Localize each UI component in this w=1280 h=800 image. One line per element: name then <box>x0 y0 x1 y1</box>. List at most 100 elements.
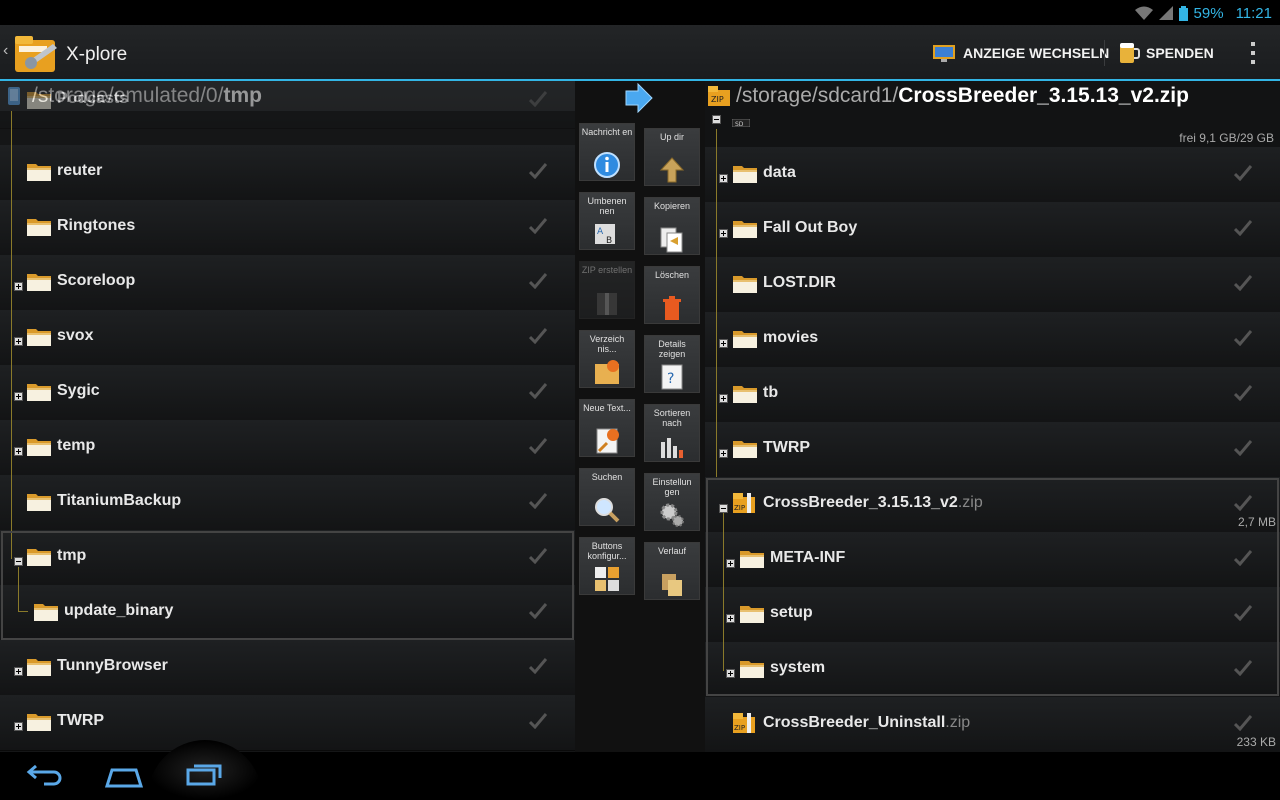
home-icon[interactable] <box>104 760 144 792</box>
expand-icon[interactable] <box>719 390 728 403</box>
item-name-text: TitaniumBackup <box>57 492 182 509</box>
left-list-item[interactable]: temp <box>0 420 575 476</box>
copy-tool-button[interactable]: Kopieren <box>644 197 700 255</box>
item-name: reuter <box>57 162 102 180</box>
item-extension: .zip <box>945 714 971 731</box>
item-name-text: CrossBreeder_Uninstall <box>763 714 946 731</box>
select-checkmark-icon[interactable] <box>1233 220 1253 237</box>
left-list-item[interactable]: TitaniumBackup <box>0 475 575 531</box>
folder-icon <box>27 89 51 109</box>
left-list-item[interactable]: Podcasts <box>0 81 575 129</box>
search-tool-button[interactable]: Suchen <box>579 468 635 526</box>
info-icon <box>594 152 620 178</box>
new-folder-tool-button[interactable]: Verzeich nis... <box>579 330 635 388</box>
left-list-item[interactable]: TunnyBrowser <box>0 640 575 696</box>
recent-apps-icon[interactable] <box>186 760 222 792</box>
expand-icon[interactable] <box>14 333 23 346</box>
select-checkmark-icon[interactable] <box>528 713 548 730</box>
new-folder-icon <box>595 360 619 384</box>
info-tool-button[interactable]: Nachricht en <box>579 123 635 181</box>
select-checkmark-icon[interactable] <box>1233 165 1253 182</box>
item-name-text: TunnyBrowser <box>57 657 168 674</box>
back-caret-icon[interactable]: ‹ <box>3 42 8 60</box>
settings-tool-button[interactable]: Einstellun gen <box>644 473 700 531</box>
item-name: TunnyBrowser <box>57 657 168 675</box>
buttons-tool-button[interactable]: Buttons konfigur... <box>579 537 635 595</box>
expanded-folder-frame <box>1 531 574 640</box>
expand-icon[interactable] <box>719 170 728 183</box>
overflow-menu-icon[interactable] <box>1250 42 1256 64</box>
up-arrow-icon <box>659 157 685 183</box>
right-list-item[interactable]: LOST.DIR <box>705 257 1280 313</box>
copy-direction-arrow-icon[interactable] <box>624 83 654 113</box>
trash-tool-button[interactable]: Löschen <box>644 266 700 324</box>
status-bar: 59% 11:21 <box>0 0 1280 25</box>
right-list-item[interactable]: tb <box>705 367 1280 423</box>
zip-tool-button[interactable]: ZIP erstellen <box>579 261 635 319</box>
expand-icon[interactable] <box>719 445 728 458</box>
select-checkmark-icon[interactable] <box>1233 440 1253 457</box>
right-list-item[interactable]: data <box>705 147 1280 203</box>
left-list-item[interactable]: Sygic <box>0 365 575 421</box>
left-list-item[interactable]: Scoreloop <box>0 255 575 311</box>
select-checkmark-icon[interactable] <box>528 438 548 455</box>
item-name-text: LOST.DIR <box>763 274 836 291</box>
expand-icon[interactable] <box>14 278 23 291</box>
select-checkmark-icon[interactable] <box>528 91 548 108</box>
sdcard-root-row[interactable]: SD frei 9,1 GB/29 GB <box>705 111 1280 147</box>
select-checkmark-icon[interactable] <box>1233 385 1253 402</box>
expand-icon[interactable] <box>14 443 23 456</box>
item-name-text: data <box>763 164 796 181</box>
expand-icon[interactable] <box>14 718 23 731</box>
left-list-item[interactable]: reuter <box>0 145 575 201</box>
right-path-bar[interactable]: ZIP /storage/sdcard1/CrossBreeder_3.15.1… <box>705 81 1280 111</box>
left-list-item[interactable]: TWRP <box>0 695 575 751</box>
right-list-item[interactable]: TWRP <box>705 422 1280 478</box>
select-checkmark-icon[interactable] <box>528 218 548 235</box>
folder-icon <box>733 273 757 293</box>
app-logo-icon[interactable] <box>13 30 59 76</box>
right-list-item[interactable]: Fall Out Boy <box>705 202 1280 258</box>
select-checkmark-icon[interactable] <box>528 383 548 400</box>
up-arrow-tool-button[interactable]: Up dir <box>644 128 700 186</box>
select-checkmark-icon[interactable] <box>1233 715 1253 732</box>
left-list-item[interactable]: Ringtones <box>0 200 575 256</box>
left-list-item[interactable]: svox <box>0 310 575 366</box>
sort-tool-button[interactable]: Sortieren nach <box>644 404 700 462</box>
history-tool-button[interactable]: Verlauf <box>644 542 700 600</box>
back-icon[interactable] <box>26 760 62 792</box>
svg-text:ZIP: ZIP <box>711 95 724 104</box>
folder-icon <box>733 218 757 238</box>
folder-icon <box>27 216 51 236</box>
select-checkmark-icon[interactable] <box>528 328 548 345</box>
folder-icon <box>27 711 51 731</box>
item-name: Fall Out Boy <box>763 219 857 237</box>
select-checkmark-icon[interactable] <box>528 658 548 675</box>
right-file-pane[interactable]: ZIP /storage/sdcard1/CrossBreeder_3.15.1… <box>705 81 1280 752</box>
item-name: movies <box>763 329 818 347</box>
right-list-item[interactable]: ZIP CrossBreeder_Uninstall.zip 233 KB <box>705 697 1280 752</box>
expand-icon[interactable] <box>719 335 728 348</box>
select-checkmark-icon[interactable] <box>528 163 548 180</box>
details-tool-button[interactable]: Details zeigen? <box>644 335 700 393</box>
select-checkmark-icon[interactable] <box>1233 330 1253 347</box>
donate-button[interactable]: SPENDEN <box>1118 36 1214 70</box>
expand-icon[interactable] <box>14 663 23 676</box>
right-list-item[interactable]: movies <box>705 312 1280 368</box>
expand-icon[interactable] <box>14 388 23 401</box>
collapse-icon[interactable] <box>712 115 721 124</box>
expanded-zip-frame <box>706 478 1279 696</box>
select-checkmark-icon[interactable] <box>1233 275 1253 292</box>
item-name-text: Podcasts <box>57 90 129 107</box>
new-text-tool-button[interactable]: Neue Text... <box>579 399 635 457</box>
select-checkmark-icon[interactable] <box>528 273 548 290</box>
tool-label: Umbenen nen <box>587 196 627 216</box>
expand-icon[interactable] <box>719 225 728 238</box>
select-checkmark-icon[interactable] <box>528 493 548 510</box>
rename-tool-button[interactable]: Umbenen nen A B <box>579 192 635 250</box>
item-name-text: Sygic <box>57 382 100 399</box>
left-file-pane[interactable]: /storage/emulated/0/tmp Podcasts reuter Ri… <box>0 81 575 752</box>
item-name-text: svox <box>57 327 94 344</box>
search-icon <box>595 498 620 523</box>
switch-view-button[interactable]: ANZEIGE WECHSELN <box>933 36 1109 70</box>
